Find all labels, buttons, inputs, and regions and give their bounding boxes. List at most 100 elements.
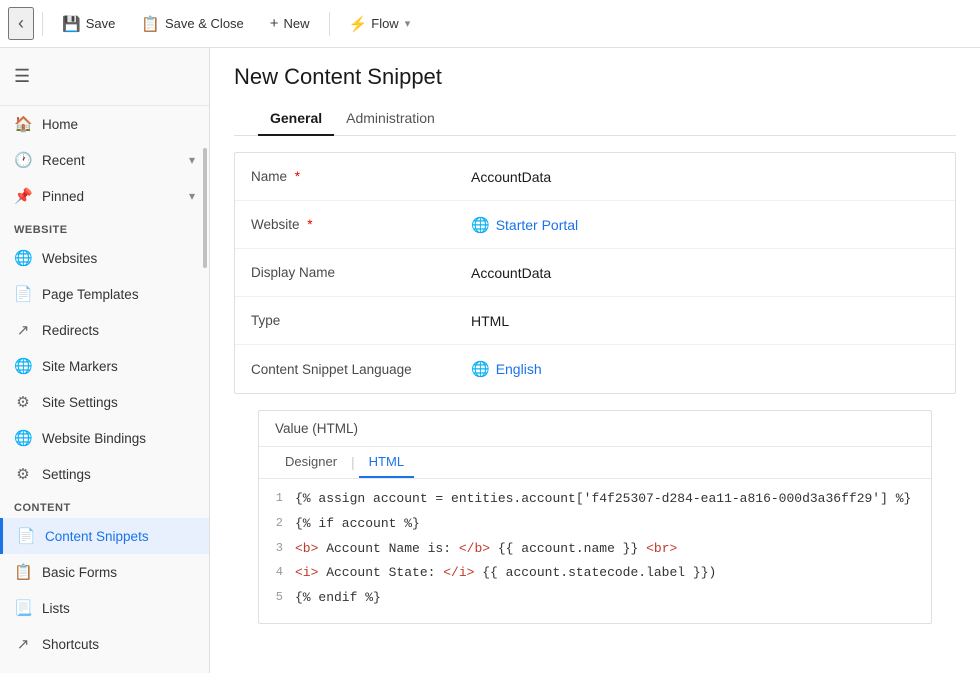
content-snippets-icon: 📄 [17, 527, 35, 545]
sidebar-item-pinned[interactable]: 📌 Pinned ▾ [0, 178, 209, 214]
form-section: Name * AccountData Website * 🌐 Starter P… [234, 152, 956, 394]
flow-button[interactable]: ⚡ Flow ▾ [338, 9, 422, 39]
code-line-content: {% assign account = entities.account['f4… [295, 489, 911, 510]
sidebar-item-site-markers-label: Site Markers [42, 359, 118, 374]
sidebar: ☰ 🏠 Home 🕐 Recent ▾ 📌 Pinned ▾ Website 🌐… [0, 48, 210, 673]
sidebar-item-pinned-label: Pinned [42, 189, 84, 204]
sidebar-item-content-snippets[interactable]: 📄 Content Snippets [0, 518, 209, 554]
sidebar-item-recent-label: Recent [42, 153, 85, 168]
new-label: New [284, 16, 310, 31]
code-line-content: <i> Account State: </i> {{ account.state… [295, 563, 716, 584]
body-layout: ☰ 🏠 Home 🕐 Recent ▾ 📌 Pinned ▾ Website 🌐… [0, 48, 980, 673]
sidebar-item-settings[interactable]: ⚙ Settings [0, 456, 209, 492]
code-line-number: 2 [267, 514, 295, 535]
value-tab-html[interactable]: HTML [359, 447, 414, 478]
lists-icon: 📃 [14, 599, 32, 617]
sidebar-item-home[interactable]: 🏠 Home [0, 106, 209, 142]
language-value[interactable]: 🌐 English [471, 360, 939, 378]
sidebar-item-page-templates[interactable]: 📄 Page Templates [0, 276, 209, 312]
website-required: * [307, 217, 312, 232]
sidebar-item-site-settings[interactable]: ⚙ Site Settings [0, 384, 209, 420]
website-value[interactable]: 🌐 Starter Portal [471, 216, 939, 234]
sidebar-item-website-bindings[interactable]: 🌐 Website Bindings [0, 420, 209, 456]
sidebar-item-redirects-label: Redirects [42, 323, 99, 338]
sidebar-scroll-indicator [203, 148, 207, 268]
sidebar-item-home-label: Home [42, 117, 78, 132]
website-bindings-icon: 🌐 [14, 429, 32, 447]
sidebar-hamburger[interactable]: ☰ [0, 56, 209, 97]
tabs: General Administration [234, 102, 956, 136]
new-button[interactable]: + New [259, 9, 321, 38]
home-icon: 🏠 [14, 115, 32, 133]
save-close-button[interactable]: 📋 Save & Close [130, 9, 254, 39]
toolbar: ‹ 💾 Save 📋 Save & Close + New ⚡ Flow ▾ [0, 0, 980, 48]
code-area-wrapper: 1{% assign account = entities.account['f… [259, 479, 931, 623]
redirects-icon: ↗ [14, 321, 32, 339]
sidebar-top: ☰ [0, 48, 209, 106]
sidebar-item-redirects[interactable]: ↗ Redirects [0, 312, 209, 348]
form-area: Name * AccountData Website * 🌐 Starter P… [210, 136, 980, 673]
site-markers-icon: 🌐 [14, 357, 32, 375]
sidebar-item-settings-label: Settings [42, 467, 91, 482]
toolbar-divider-2 [329, 12, 330, 36]
code-line-number: 5 [267, 588, 295, 609]
code-line: 3<b> Account Name is: </b> {{ account.na… [267, 537, 923, 562]
language-value-text: English [496, 361, 542, 377]
website-globe-icon: 🌐 [471, 216, 490, 234]
shortcuts-icon: ↗ [14, 635, 32, 653]
name-required: * [295, 169, 300, 184]
save-icon: 💾 [62, 15, 81, 33]
sidebar-item-content-snippets-label: Content Snippets [45, 529, 149, 544]
code-line-content: {% endif %} [295, 588, 381, 609]
code-line-number: 4 [267, 563, 295, 584]
language-label-text: Content Snippet Language [251, 362, 412, 377]
form-row-language: Content Snippet Language 🌐 English [235, 345, 955, 393]
language-globe-icon: 🌐 [471, 360, 490, 378]
recent-icon: 🕐 [14, 151, 32, 169]
code-line: 5{% endif %} [267, 586, 923, 611]
code-area: 1{% assign account = entities.account['f… [267, 487, 923, 611]
sidebar-item-lists[interactable]: 📃 Lists [0, 590, 209, 626]
sidebar-item-shortcuts[interactable]: ↗ Shortcuts [0, 626, 209, 662]
website-label: Website * [251, 217, 471, 232]
save-button[interactable]: 💾 Save [51, 9, 126, 39]
form-row-name: Name * AccountData [235, 153, 955, 201]
value-tabs: Designer | HTML [259, 447, 931, 479]
content-section-header: Content [0, 492, 209, 518]
type-label: Type [251, 313, 471, 328]
name-label: Name * [251, 169, 471, 184]
sidebar-item-site-markers[interactable]: 🌐 Site Markers [0, 348, 209, 384]
name-value: AccountData [471, 169, 939, 185]
code-line: 1{% assign account = entities.account['f… [267, 487, 923, 512]
back-button[interactable]: ‹ [8, 7, 34, 40]
form-row-type: Type HTML [235, 297, 955, 345]
pinned-chevron-icon: ▾ [189, 189, 195, 203]
sidebar-item-basic-forms[interactable]: 📋 Basic Forms [0, 554, 209, 590]
toolbar-divider-1 [42, 12, 43, 36]
code-line-content: <b> Account Name is: </b> {{ account.nam… [295, 539, 677, 560]
code-line-content: {% if account %} [295, 514, 420, 535]
form-row-display-name: Display Name AccountData [235, 249, 955, 297]
value-tab-designer[interactable]: Designer [275, 447, 347, 478]
type-value: HTML [471, 313, 939, 329]
tab-administration[interactable]: Administration [334, 102, 447, 136]
website-label-text: Website [251, 217, 300, 232]
tab-general[interactable]: General [258, 102, 334, 136]
websites-icon: 🌐 [14, 249, 32, 267]
save-close-label: Save & Close [165, 16, 244, 31]
save-close-icon: 📋 [141, 15, 160, 33]
form-row-website: Website * 🌐 Starter Portal [235, 201, 955, 249]
code-line: 2{% if account %} [267, 512, 923, 537]
sidebar-item-websites[interactable]: 🌐 Websites [0, 240, 209, 276]
sidebar-item-lists-label: Lists [42, 601, 70, 616]
main-content: New Content Snippet General Administrati… [210, 48, 980, 673]
sidebar-item-basic-forms-label: Basic Forms [42, 565, 117, 580]
sidebar-item-site-settings-label: Site Settings [42, 395, 118, 410]
code-line: 4<i> Account State: </i> {{ account.stat… [267, 561, 923, 586]
value-section: Value (HTML) Designer | HTML 1{% assign … [258, 410, 932, 624]
flow-icon: ⚡ [349, 15, 368, 33]
sidebar-item-shortcuts-label: Shortcuts [42, 637, 99, 652]
new-icon: + [270, 15, 279, 32]
sidebar-item-recent[interactable]: 🕐 Recent ▾ [0, 142, 209, 178]
pinned-icon: 📌 [14, 187, 32, 205]
